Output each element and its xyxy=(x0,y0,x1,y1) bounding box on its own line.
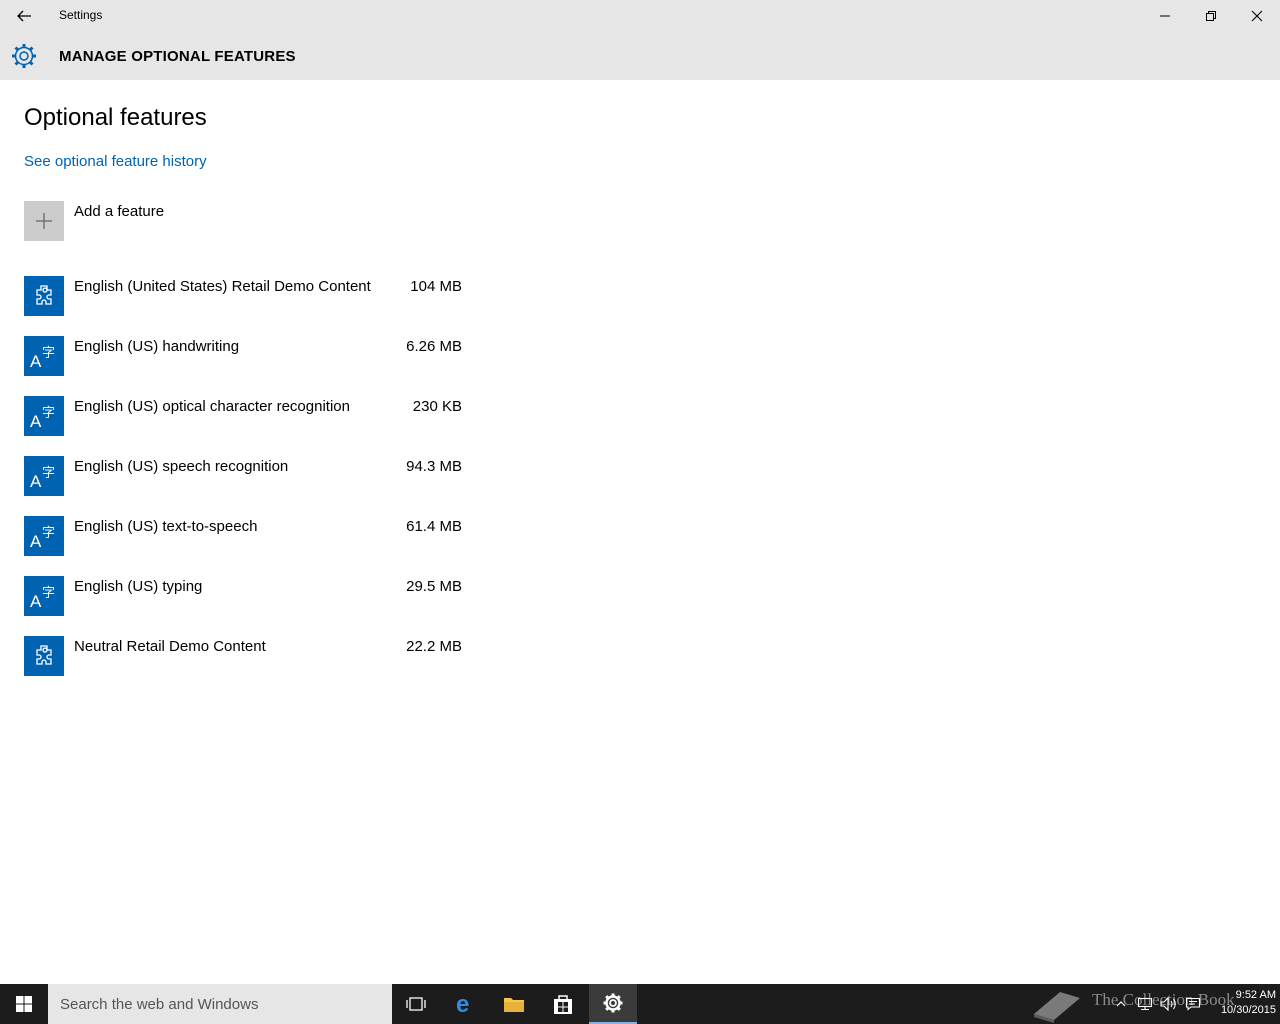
feature-name: Neutral Retail Demo Content xyxy=(74,638,266,655)
settings-icon xyxy=(603,993,623,1013)
page-title: Optional features xyxy=(24,104,207,131)
puzzle-icon xyxy=(24,636,64,676)
volume-icon xyxy=(1160,997,1176,1011)
feature-list: English (United States) Retail Demo Cont… xyxy=(24,276,462,696)
restore-icon xyxy=(1206,11,1216,21)
feature-item[interactable]: A 字 English (US) handwriting 6.26 MB xyxy=(24,336,462,376)
edge-button[interactable]: e xyxy=(441,984,489,1024)
clock-date: 10/30/2015 xyxy=(1220,1004,1276,1016)
task-view-button[interactable] xyxy=(392,984,440,1024)
feature-name: English (US) speech recognition xyxy=(74,458,289,475)
svg-text:A: A xyxy=(30,532,42,551)
windows-logo-icon xyxy=(16,996,32,1012)
settings-taskbar-button[interactable] xyxy=(589,984,637,1024)
svg-text:字: 字 xyxy=(42,526,55,541)
language-icon: A 字 xyxy=(24,396,64,436)
close-button[interactable] xyxy=(1234,0,1280,32)
action-center-button[interactable] xyxy=(1182,994,1204,1014)
task-view-icon xyxy=(406,997,426,1011)
language-icon: A 字 xyxy=(24,336,64,376)
svg-text:字: 字 xyxy=(42,586,55,601)
feature-size: 29.5 MB xyxy=(406,578,462,595)
store-button[interactable] xyxy=(539,984,587,1024)
feature-size: 6.26 MB xyxy=(406,338,462,355)
back-arrow-icon xyxy=(17,10,31,22)
edge-icon: e xyxy=(456,993,469,1015)
feature-item[interactable]: A 字 English (US) speech recognition 94.3… xyxy=(24,456,462,496)
svg-text:e: e xyxy=(456,993,469,1015)
page-header: MANAGE OPTIONAL FEATURES xyxy=(0,32,1280,80)
clock-time: 9:52 AM xyxy=(1235,989,1276,1001)
svg-text:字: 字 xyxy=(42,406,55,421)
close-icon xyxy=(1251,10,1263,22)
store-icon xyxy=(554,995,572,1014)
svg-text:A: A xyxy=(30,352,42,371)
chevron-up-icon xyxy=(1116,1001,1126,1007)
feature-name: English (US) handwriting xyxy=(74,338,240,355)
svg-text:字: 字 xyxy=(42,466,55,481)
feature-name: English (United States) Retail Demo Cont… xyxy=(74,278,371,295)
restore-button[interactable] xyxy=(1188,0,1234,32)
network-button[interactable] xyxy=(1134,994,1156,1014)
svg-text:字: 字 xyxy=(42,346,55,361)
feature-size: 94.3 MB xyxy=(406,458,462,475)
window-title: Settings xyxy=(59,8,103,22)
svg-text:A: A xyxy=(30,472,42,491)
feature-name: English (US) typing xyxy=(74,578,203,595)
svg-text:A: A xyxy=(30,412,42,431)
minimize-icon xyxy=(1160,15,1170,17)
back-button[interactable] xyxy=(8,4,40,28)
file-explorer-button[interactable] xyxy=(490,984,538,1024)
feature-item[interactable]: A 字 English (US) optical character recog… xyxy=(24,396,462,436)
volume-button[interactable] xyxy=(1158,994,1180,1014)
feature-item[interactable]: A 字 English (US) text-to-speech 61.4 MB xyxy=(24,516,462,556)
title-bar: Settings xyxy=(0,0,1280,32)
language-icon: A 字 xyxy=(24,576,64,616)
add-feature-label[interactable]: Add a feature xyxy=(74,203,164,220)
feature-size: 22.2 MB xyxy=(406,638,462,655)
feature-name: English (US) optical character recogniti… xyxy=(74,398,350,415)
page-header-title: MANAGE OPTIONAL FEATURES xyxy=(59,48,296,65)
feature-item[interactable]: English (United States) Retail Demo Cont… xyxy=(24,276,462,316)
gear-icon xyxy=(12,44,36,68)
taskbar-clock[interactable]: 9:52 AM 10/30/2015 xyxy=(1206,988,1276,1018)
svg-text:A: A xyxy=(30,592,42,611)
feature-size: 61.4 MB xyxy=(406,518,462,535)
feature-item[interactable]: Neutral Retail Demo Content 22.2 MB xyxy=(24,636,462,676)
minimize-button[interactable] xyxy=(1142,0,1188,32)
language-icon: A 字 xyxy=(24,456,64,496)
taskbar: Search the web and Windows e The Collect… xyxy=(0,984,1280,1024)
feature-size: 104 MB xyxy=(410,278,462,295)
feature-size: 230 KB xyxy=(412,398,462,415)
plus-icon xyxy=(36,213,52,229)
show-hidden-icons-button[interactable] xyxy=(1112,994,1130,1014)
book-watermark-icon xyxy=(1034,992,1080,1023)
feature-name: English (US) text-to-speech xyxy=(74,518,258,535)
taskbar-search-box[interactable]: Search the web and Windows xyxy=(48,984,392,1024)
start-button[interactable] xyxy=(0,984,48,1024)
search-placeholder: Search the web and Windows xyxy=(60,996,259,1013)
action-center-icon xyxy=(1185,997,1201,1011)
feature-item[interactable]: A 字 English (US) typing 29.5 MB xyxy=(24,576,462,616)
language-icon: A 字 xyxy=(24,516,64,556)
add-feature-button[interactable] xyxy=(24,201,64,241)
file-explorer-icon xyxy=(504,998,524,1012)
puzzle-icon xyxy=(24,276,64,316)
network-icon xyxy=(1137,997,1153,1011)
feature-history-link[interactable]: See optional feature history xyxy=(24,153,207,170)
